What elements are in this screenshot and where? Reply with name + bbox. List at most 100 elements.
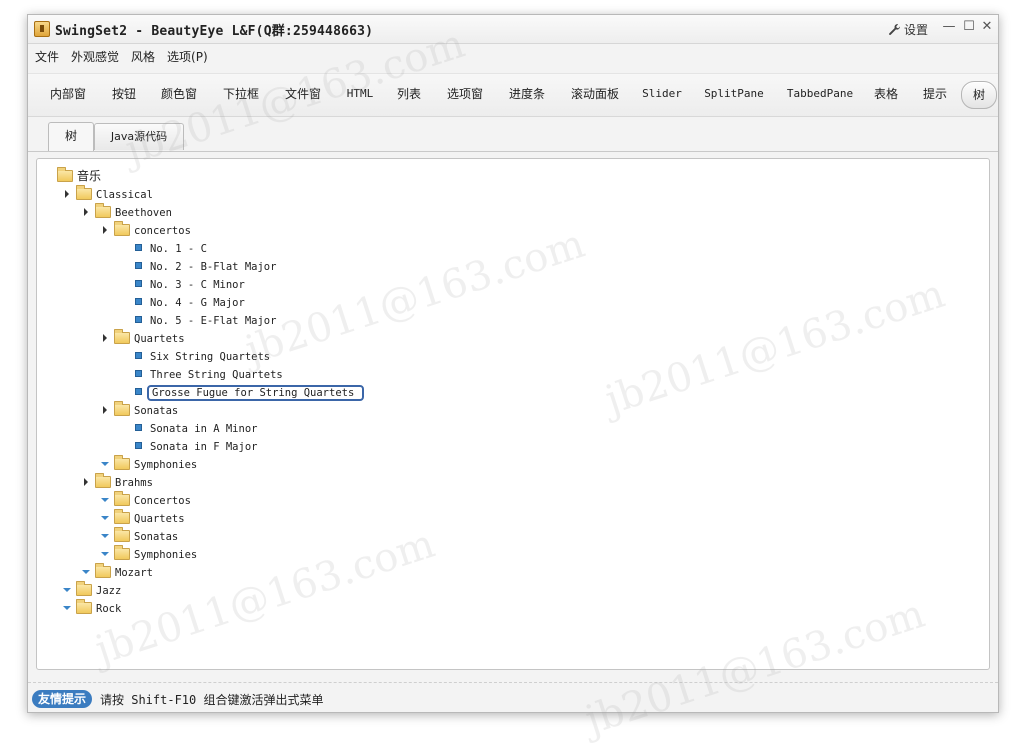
toolbar-scroll-pane[interactable]: 滚动面板 bbox=[563, 81, 627, 107]
expanded-arrow-icon[interactable] bbox=[100, 527, 112, 545]
tree-node-label: Mozart bbox=[115, 567, 153, 579]
tree-folder-node[interactable]: Symphonies bbox=[100, 545, 197, 563]
toolbar-list[interactable]: 列表 bbox=[389, 81, 429, 107]
toolbar-tree[interactable]: 树 bbox=[961, 81, 997, 109]
collapsed-arrow-icon[interactable] bbox=[81, 473, 93, 491]
tree-node-label: Symphonies bbox=[134, 549, 198, 561]
menu-options[interactable]: 选项(P) bbox=[161, 44, 214, 70]
expanded-arrow-icon[interactable] bbox=[81, 563, 93, 581]
tree-folder-node[interactable]: Rock bbox=[62, 599, 121, 617]
tree-folder-node[interactable]: 音乐 bbox=[43, 167, 101, 185]
expanded-arrow-icon[interactable] bbox=[62, 599, 74, 617]
tab-tree[interactable]: 树 bbox=[48, 122, 94, 151]
collapsed-arrow-icon[interactable] bbox=[100, 401, 112, 419]
collapsed-arrow-icon[interactable] bbox=[62, 185, 74, 203]
tree-folder-node[interactable]: Symphonies bbox=[100, 455, 197, 473]
tree-leaf-node[interactable]: Sonata in F Major bbox=[119, 437, 257, 455]
tree-folder-node[interactable]: Classical bbox=[62, 185, 153, 203]
tree-node-label: No. 2 - B-Flat Major bbox=[150, 261, 277, 273]
tree-folder-node[interactable]: Jazz bbox=[62, 581, 121, 599]
tree-folder-node[interactable]: Sonatas bbox=[100, 527, 178, 545]
menu-bar: 文件 外观感觉 风格 选项(P) bbox=[28, 44, 998, 70]
tree-node-label: Concertos bbox=[134, 495, 191, 507]
tab-java-source[interactable]: Java源代码 bbox=[94, 123, 184, 150]
toolbar-progress-bar[interactable]: 进度条 bbox=[500, 81, 554, 107]
settings-button[interactable]: 设置 bbox=[888, 21, 928, 38]
toolbar-file-chooser[interactable]: 文件窗 bbox=[276, 81, 330, 107]
title-bar[interactable]: SwingSet2 - BeautyEye L&F(Q群:259448663) … bbox=[28, 15, 998, 44]
leaf-node-icon bbox=[135, 280, 142, 287]
toolbar-internal-frame[interactable]: 内部窗 bbox=[41, 81, 95, 107]
menu-look-and-feel[interactable]: 外观感觉 bbox=[65, 44, 125, 70]
music-tree[interactable]: 音乐 Classical Beethoven concertos No. 1 - C No… bbox=[36, 158, 990, 670]
toolbar-table[interactable]: 表格 bbox=[866, 81, 906, 107]
toolbar-tabbed-pane[interactable]: TabbedPane bbox=[779, 81, 861, 107]
maximize-button[interactable]: ☐ bbox=[962, 20, 976, 34]
tree-node-label: No. 4 - G Major bbox=[150, 297, 245, 309]
tree-folder-node[interactable]: Brahms bbox=[81, 473, 153, 491]
close-button[interactable]: ✕ bbox=[980, 20, 994, 34]
tree-leaf-node[interactable]: Sonata in A Minor bbox=[119, 419, 257, 437]
expanded-arrow-icon[interactable] bbox=[62, 581, 74, 599]
toolbar-tooltip[interactable]: 提示 bbox=[915, 81, 955, 107]
settings-label: 设置 bbox=[904, 23, 929, 37]
folder-icon bbox=[114, 401, 130, 416]
app-icon bbox=[34, 21, 50, 37]
minimize-button[interactable]: — bbox=[942, 20, 956, 34]
folder-icon bbox=[76, 185, 92, 200]
expanded-arrow-icon[interactable] bbox=[100, 509, 112, 527]
tree-node-label: Quartets bbox=[134, 333, 185, 345]
tree-leaf-node[interactable]: Six String Quartets bbox=[119, 347, 270, 365]
folder-icon bbox=[76, 581, 92, 596]
toolbar-color-chooser[interactable]: 颜色窗 bbox=[152, 81, 206, 107]
tree-leaf-node[interactable]: Three String Quartets bbox=[119, 365, 283, 383]
tree-leaf-node[interactable]: No. 2 - B-Flat Major bbox=[119, 257, 276, 275]
leaf-node-icon bbox=[135, 424, 142, 431]
tree-leaf-node[interactable]: No. 4 - G Major bbox=[119, 293, 245, 311]
tree-folder-node[interactable]: Quartets bbox=[100, 509, 185, 527]
menu-style[interactable]: 风格 bbox=[125, 44, 161, 70]
toolbar-combobox[interactable]: 下拉框 bbox=[214, 81, 268, 107]
tree-folder-node[interactable]: concertos bbox=[100, 221, 191, 239]
folder-icon bbox=[76, 599, 92, 614]
expanded-arrow-icon[interactable] bbox=[100, 455, 112, 473]
tree-folder-node[interactable]: Mozart bbox=[81, 563, 153, 581]
toolbar-buttons[interactable]: 按钮 bbox=[104, 81, 144, 107]
tree-leaf-node[interactable]: Grosse Fugue for String Quartets bbox=[119, 383, 365, 401]
folder-icon bbox=[114, 491, 130, 506]
toolbar-html[interactable]: HTML bbox=[339, 81, 381, 107]
collapsed-arrow-icon[interactable] bbox=[100, 329, 112, 347]
tree-leaf-node[interactable]: No. 1 - C bbox=[119, 239, 207, 257]
tree-node-label: Rock bbox=[96, 603, 122, 615]
folder-icon bbox=[95, 203, 111, 218]
leaf-node-icon bbox=[135, 262, 142, 269]
folder-icon bbox=[114, 545, 130, 560]
expanded-arrow-icon[interactable] bbox=[100, 491, 112, 509]
tree-node-label: Beethoven bbox=[115, 207, 172, 219]
tree-leaf-node[interactable]: No. 3 - C Minor bbox=[119, 275, 245, 293]
tree-folder-node[interactable]: Quartets bbox=[100, 329, 185, 347]
tree-node-label: Grosse Fugue for String Quartets bbox=[147, 385, 365, 401]
toolbar-split-pane[interactable]: SplitPane bbox=[699, 81, 769, 107]
tree-leaf-node[interactable]: No. 5 - E-Flat Major bbox=[119, 311, 276, 329]
tree-node-label: Classical bbox=[96, 189, 153, 201]
tree-node-label: Sonatas bbox=[134, 531, 179, 543]
tree-node-label: Jazz bbox=[96, 585, 122, 597]
collapsed-arrow-icon[interactable] bbox=[100, 221, 112, 239]
folder-icon bbox=[114, 509, 130, 524]
tree-folder-node[interactable]: Sonatas bbox=[100, 401, 178, 419]
tree-folder-node[interactable]: Beethoven bbox=[81, 203, 172, 221]
menu-file[interactable]: 文件 bbox=[29, 44, 65, 70]
collapsed-arrow-icon[interactable] bbox=[81, 203, 93, 221]
tree-folder-node[interactable]: Concertos bbox=[100, 491, 191, 509]
demo-tabs: 树 Java源代码 bbox=[28, 117, 998, 152]
toolbar-slider[interactable]: Slider bbox=[637, 81, 687, 107]
folder-icon bbox=[114, 221, 130, 236]
expanded-arrow-icon[interactable] bbox=[100, 545, 112, 563]
toolbar-option-pane[interactable]: 选项窗 bbox=[438, 81, 492, 107]
